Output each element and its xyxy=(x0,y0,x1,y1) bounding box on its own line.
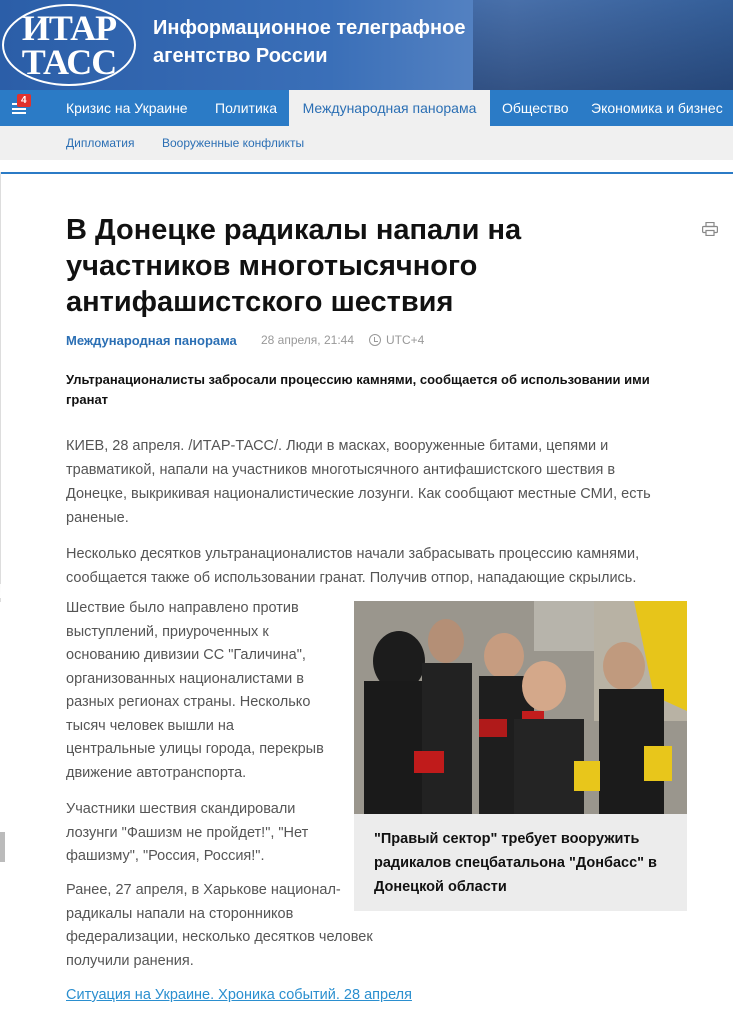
article-paragraph: Участники шествия скандировали лозунги "… xyxy=(66,801,309,864)
nav-item-international[interactable]: Международная панорама xyxy=(289,90,490,126)
site-header: ИТАР ТАСС Информационное телеграфное аге… xyxy=(0,0,733,90)
notification-badge: 4 xyxy=(17,94,31,107)
fade-overlay xyxy=(0,584,733,598)
logo-line-2: ТАСС xyxy=(21,42,117,82)
header-photo xyxy=(473,0,733,90)
agency-name-line-2: агентство России xyxy=(153,45,328,67)
nav-item-politics[interactable]: Политика xyxy=(215,90,277,126)
article-paragraph: Шествие было направлено против выступлен… xyxy=(66,600,324,781)
content-top-divider xyxy=(0,172,733,174)
article-paragraph: Несколько десятков ультранационалистов н… xyxy=(66,546,640,584)
article-date: 28 апреля, 21:44 xyxy=(261,333,354,347)
nav-item-ukraine-crisis[interactable]: Кризис на Украине xyxy=(66,90,188,126)
sub-nav-armed-conflicts[interactable]: Вооруженные конфликты xyxy=(162,126,304,160)
clock-icon xyxy=(369,334,381,346)
nav-item-society[interactable]: Общество xyxy=(502,90,569,126)
article-timezone: UTC+4 xyxy=(386,333,425,347)
related-article-photo[interactable] xyxy=(354,601,687,814)
article-title: В Донецке радикалы напали на участников … xyxy=(66,214,522,318)
sub-nav: Дипломатия Вооруженные конфликты xyxy=(0,126,733,160)
article-lead: Ультранационалисты забросали процессию к… xyxy=(66,372,650,407)
side-feedback-tab[interactable] xyxy=(0,832,5,862)
main-nav: 4 Кризис на Украине Политика Международн… xyxy=(0,90,733,126)
related-article-caption[interactable]: "Правый сектор" требует вооружить радика… xyxy=(374,827,674,899)
related-article-card[interactable]: "Правый сектор" требует вооружить радика… xyxy=(354,601,687,911)
story-chronicle-link[interactable]: Ситуация на Украине. Хроника событий. 28… xyxy=(66,987,412,1003)
logo-line-1: ИТАР xyxy=(21,8,117,48)
print-icon[interactable] xyxy=(702,222,718,236)
crowd-photo-illustration xyxy=(354,601,687,814)
sub-nav-diplomacy[interactable]: Дипломатия xyxy=(66,126,135,160)
menu-button[interactable]: 4 xyxy=(0,90,56,126)
agency-name-line-1: Информационное телеграфное xyxy=(153,17,466,39)
article-section-link[interactable]: Международная панорама xyxy=(66,333,237,348)
article-meta: Международная панорама 28 апреля, 21:44 … xyxy=(66,333,424,348)
agency-name: Информационное телеграфное агентство Рос… xyxy=(153,14,465,70)
nav-item-economy[interactable]: Экономика и бизнес xyxy=(591,90,723,126)
itar-tass-logo[interactable]: ИТАР ТАСС xyxy=(2,4,136,86)
content-left-border xyxy=(0,172,1,602)
article-paragraph: КИЕВ, 28 апреля. /ИТАР-ТАСС/. Люди в мас… xyxy=(66,438,651,526)
